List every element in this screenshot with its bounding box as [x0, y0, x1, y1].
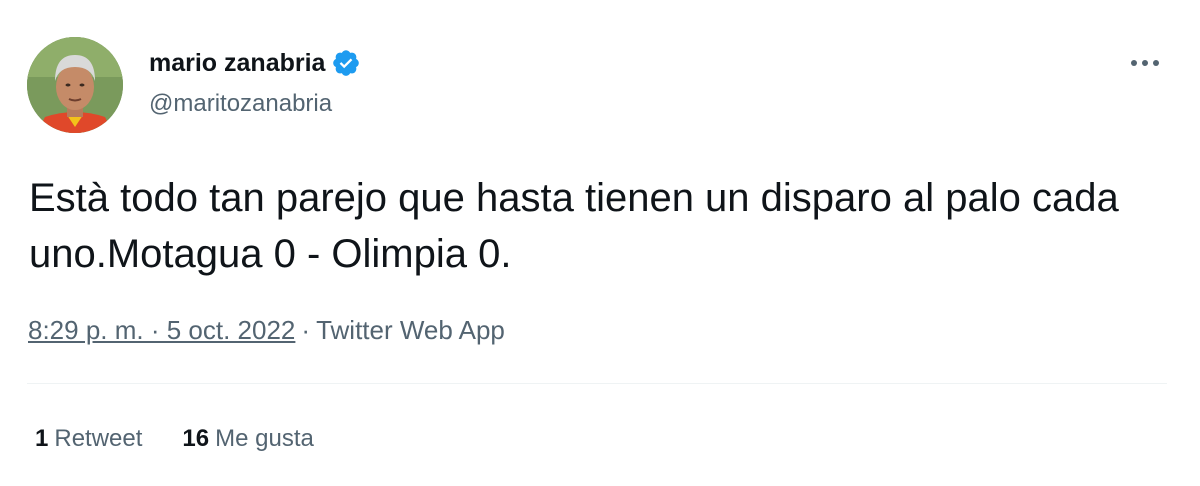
tweet-source[interactable]: Twitter Web App	[316, 315, 505, 345]
tweet-stats: 1 Retweet 16 Me gusta	[35, 425, 354, 453]
retweets-stat[interactable]: 1 Retweet	[35, 425, 142, 453]
tweet-card: mario zanabria @maritozanabria Està todo…	[0, 0, 1200, 486]
tweet-timestamp-link[interactable]: 8:29 p. m. · 5 oct. 2022	[28, 315, 295, 345]
retweets-label: Retweet	[54, 425, 143, 452]
likes-count: 16	[182, 425, 210, 452]
meta-separator: ·	[301, 315, 311, 345]
author-handle[interactable]: @maritozanabria	[149, 90, 332, 118]
avatar[interactable]	[27, 37, 123, 133]
tweet-text: Està todo tan parejo que hasta tienen un…	[29, 176, 1119, 276]
author-name[interactable]: mario zanabria	[149, 48, 361, 78]
likes-stat[interactable]: 16 Me gusta	[182, 425, 313, 453]
retweets-count: 1	[35, 425, 49, 452]
verified-badge-icon	[331, 48, 361, 78]
more-options-button[interactable]	[1128, 48, 1162, 78]
likes-label: Me gusta	[215, 425, 314, 452]
tweet-meta: 8:29 p. m. · 5 oct. 2022 · Twitter Web App	[28, 315, 505, 346]
author-name-text[interactable]: mario zanabria	[149, 49, 325, 78]
divider	[27, 383, 1167, 384]
more-horizontal-icon	[1131, 60, 1159, 66]
